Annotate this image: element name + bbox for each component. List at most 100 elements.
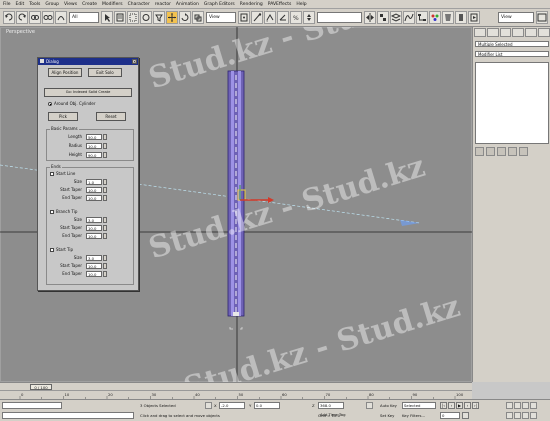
spinner-icon[interactable] xyxy=(103,187,107,193)
section-param-field[interactable]: 10.0 xyxy=(86,271,102,277)
align-position-button[interactable]: Align Position xyxy=(48,68,82,77)
auto-key-label[interactable]: Auto Key xyxy=(380,403,397,408)
reset-button[interactable]: Reset xyxy=(96,112,126,121)
section-enable-checkbox[interactable] xyxy=(50,248,54,252)
spinner-icon[interactable] xyxy=(103,271,107,277)
angle-snap-icon[interactable] xyxy=(277,11,289,24)
tab-motion[interactable] xyxy=(512,28,525,37)
basic-param-field[interactable]: 50.0 xyxy=(86,134,102,140)
menu-item-file[interactable]: File xyxy=(3,0,11,9)
menu-item-animation[interactable]: Animation xyxy=(176,0,199,9)
bind-space-warp-icon[interactable] xyxy=(55,11,67,24)
select-and-scale-icon[interactable] xyxy=(192,11,204,24)
goto-end-button[interactable]: ›| xyxy=(472,402,479,409)
next-frame-button[interactable]: › xyxy=(464,402,471,409)
y-coord-field[interactable]: 0.0 xyxy=(254,402,280,409)
zoom-extents-icon[interactable] xyxy=(522,402,529,409)
spinner-icon[interactable] xyxy=(103,255,107,261)
section-param-field[interactable]: 10.0 xyxy=(86,233,102,239)
render-last-icon[interactable] xyxy=(468,11,480,24)
time-configuration-icon[interactable] xyxy=(462,412,469,419)
zoom-extents-all-icon[interactable] xyxy=(530,402,537,409)
basic-param-field[interactable]: 10.0 xyxy=(86,143,102,149)
mirror-icon[interactable] xyxy=(364,11,376,24)
menu-item-help[interactable]: Help xyxy=(296,0,306,9)
make-unique-icon[interactable] xyxy=(497,147,506,156)
menu-item-tools[interactable]: Tools xyxy=(29,0,40,9)
section-param-field[interactable]: 10.0 xyxy=(86,263,102,269)
pivot-point-icon[interactable] xyxy=(238,11,250,24)
section-param-field[interactable]: 10.0 xyxy=(86,195,102,201)
menu-item-views[interactable]: Views xyxy=(64,0,77,9)
redo-button[interactable] xyxy=(16,11,28,24)
undo-button[interactable] xyxy=(3,11,15,24)
section-param-field[interactable]: 10.0 xyxy=(86,225,102,231)
menu-item-edit[interactable]: Edit xyxy=(16,0,25,9)
select-object-icon[interactable] xyxy=(101,11,113,24)
reference-coord-system-select[interactable]: View xyxy=(206,12,236,23)
maxscript-listener-field[interactable] xyxy=(2,402,62,409)
spinner-icon[interactable] xyxy=(103,263,107,269)
tab-create[interactable] xyxy=(474,28,486,37)
spinner-icon[interactable] xyxy=(103,217,107,223)
quick-render-icon[interactable] xyxy=(455,11,467,24)
set-key-label[interactable]: Set Key xyxy=(380,413,394,418)
zoom-all-icon[interactable] xyxy=(514,402,521,409)
percent-snap-icon[interactable]: % xyxy=(290,11,302,24)
arc-rotate-icon[interactable] xyxy=(522,412,529,419)
spinner-icon[interactable] xyxy=(103,134,107,140)
material-editor-icon[interactable] xyxy=(429,11,441,24)
tab-display[interactable] xyxy=(525,28,538,37)
key-filters-label[interactable]: Key Filters... xyxy=(402,413,425,418)
object-name-field[interactable]: Multiple Selected xyxy=(475,41,549,47)
render-frame-window-icon[interactable] xyxy=(536,11,548,24)
spinner-icon[interactable] xyxy=(103,152,107,158)
section-enable-checkbox[interactable] xyxy=(50,172,54,176)
tab-utilities[interactable] xyxy=(538,28,550,37)
field-of-view-icon[interactable] xyxy=(506,412,513,419)
section-param-field[interactable]: 3.0 xyxy=(86,255,102,261)
menu-item-reactor[interactable]: reactor xyxy=(155,0,171,9)
track-bar[interactable]: 0 10 20 30 40 50 60 70 80 90 100 xyxy=(0,390,472,400)
pan-view-icon[interactable] xyxy=(514,412,521,419)
show-end-result-icon[interactable] xyxy=(486,147,495,156)
current-frame-field[interactable]: 0 xyxy=(440,412,460,419)
section-param-field[interactable]: 10.0 xyxy=(86,187,102,193)
spinner-snap-icon[interactable] xyxy=(303,11,315,24)
exit-solo-button[interactable]: Exit Solo xyxy=(88,68,122,77)
menu-item-rendering[interactable]: Rendering xyxy=(240,0,263,9)
section-param-field[interactable]: 1.0 xyxy=(86,179,102,185)
menu-item-paveffects[interactable]: PAVEffects xyxy=(268,0,292,9)
goto-start-button[interactable]: |‹ xyxy=(440,402,447,409)
modifier-stack-list[interactable] xyxy=(475,62,549,144)
play-button[interactable]: ▶ xyxy=(456,402,463,409)
tab-modify[interactable] xyxy=(486,28,499,37)
indexed-solid-create-button[interactable]: Go: Indexed Solid Create xyxy=(44,88,132,97)
section-param-field[interactable]: 3.0 xyxy=(86,217,102,223)
schematic-view-icon[interactable] xyxy=(416,11,428,24)
dialog-close-icon[interactable]: × xyxy=(132,59,137,64)
link-icon[interactable] xyxy=(29,11,41,24)
spinner-icon[interactable] xyxy=(103,225,107,231)
pin-stack-icon[interactable] xyxy=(475,147,484,156)
maxscript-mini-listener[interactable] xyxy=(2,412,134,419)
select-and-rotate-icon[interactable] xyxy=(179,11,191,24)
snaps-toggle-icon[interactable]: 3 xyxy=(264,11,276,24)
pick-button[interactable]: Pick xyxy=(48,112,78,121)
add-time-tag-button[interactable]: Add Time Tag xyxy=(320,412,345,417)
maximize-viewport-icon[interactable] xyxy=(530,412,537,419)
lock-selection-icon[interactable] xyxy=(205,402,212,409)
time-slider-bar[interactable]: 0 / 100 xyxy=(0,382,472,390)
key-mode-icon[interactable] xyxy=(366,402,373,409)
basic-param-field[interactable]: 90.0 xyxy=(86,152,102,158)
menu-item-modifiers[interactable]: Modifiers xyxy=(102,0,123,9)
render-scene-icon[interactable] xyxy=(442,11,454,24)
remove-modifier-icon[interactable] xyxy=(508,147,517,156)
select-by-name-icon[interactable] xyxy=(114,11,126,24)
modifier-list-select[interactable]: Modifier List xyxy=(475,51,549,57)
z-coord-field[interactable]: 368.0 xyxy=(318,402,344,409)
spinner-icon[interactable] xyxy=(103,179,107,185)
layer-manager-icon[interactable] xyxy=(390,11,402,24)
spinner-icon[interactable] xyxy=(103,195,107,201)
dialog-title-bar[interactable]: Dialog × xyxy=(38,58,138,65)
